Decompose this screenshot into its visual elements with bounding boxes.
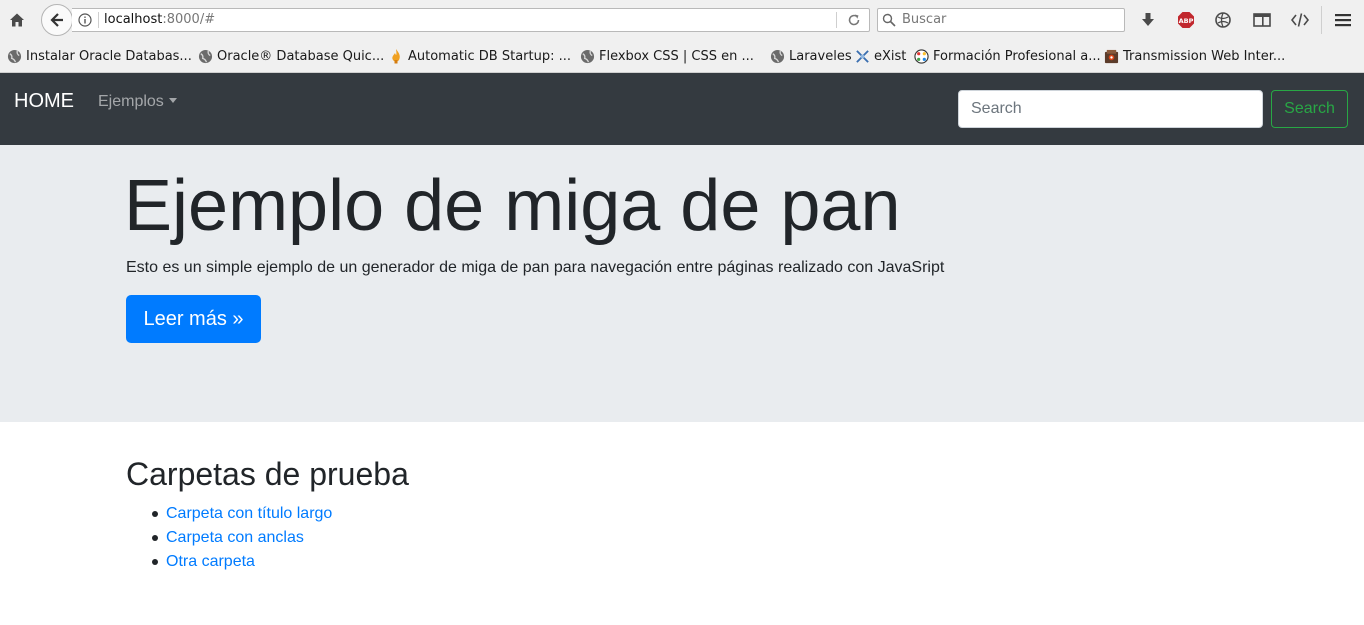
lead-text: Esto es un simple ejemplo de un generado… <box>126 259 945 276</box>
browser-search-placeholder: Buscar <box>902 12 947 27</box>
bookmark-item[interactable]: Laraveles <box>769 47 852 65</box>
adblock-label: ABP <box>1179 17 1194 25</box>
sidebar-icon[interactable] <box>1250 8 1274 32</box>
url-text[interactable]: localhost:8000/# <box>104 12 215 27</box>
download-icon[interactable] <box>1136 8 1160 32</box>
bookmark-item[interactable]: Transmission Web Inter... <box>1103 47 1285 65</box>
address-bar[interactable]: localhost:8000/# <box>72 8 870 32</box>
developer-icon[interactable] <box>1288 8 1312 32</box>
search-icon <box>882 13 896 27</box>
bookmark-label: Flexbox CSS | CSS en ... <box>599 48 754 64</box>
folder-link[interactable]: Carpeta con anclas <box>166 529 304 546</box>
folder-list: Carpeta con título largo Carpeta con anc… <box>126 502 332 574</box>
list-item: Otra carpeta <box>126 550 332 574</box>
bookmark-item[interactable]: Formación Profesional a... <box>913 47 1101 65</box>
sync-globe-icon[interactable] <box>1211 8 1235 32</box>
exist-icon <box>854 48 870 64</box>
bookmark-label: Transmission Web Inter... <box>1123 48 1286 64</box>
bookmark-label: Automatic DB Startup: ... <box>408 48 572 64</box>
bookmark-label: Laraveles <box>789 48 852 64</box>
page-title: Ejemplo de miga de pan <box>124 166 901 246</box>
bookmark-item[interactable]: eXist <box>854 47 906 65</box>
folders-heading: Carpetas de prueba <box>126 456 409 492</box>
arrow-left-icon <box>50 13 63 27</box>
folder-link[interactable]: Carpeta con título largo <box>166 505 332 522</box>
bookmark-label: Instalar Oracle Databas... <box>26 48 192 64</box>
search-button[interactable]: Search <box>1271 90 1348 128</box>
ejemplos-dropdown[interactable]: Ejemplos <box>98 93 177 111</box>
list-item: Carpeta con título largo <box>126 502 332 526</box>
toolbar-divider <box>1321 6 1322 34</box>
bookmark-item[interactable]: Flexbox CSS | CSS en ... <box>579 47 754 65</box>
home-link[interactable]: HOME <box>14 90 74 113</box>
caret-down-icon <box>168 98 177 103</box>
ejemplos-dropdown-label: Ejemplos <box>98 93 164 110</box>
home-icon[interactable] <box>5 8 29 32</box>
info-icon[interactable] <box>78 13 92 27</box>
folder-link[interactable]: Otra carpeta <box>166 553 255 570</box>
globe-icon <box>579 48 595 64</box>
menu-icon[interactable] <box>1331 8 1355 32</box>
jumbotron: Ejemplo de miga de pan Esto es un simple… <box>0 145 1364 422</box>
bookmark-item[interactable]: Automatic DB Startup: ... <box>388 47 571 65</box>
browser-toolbar: localhost:8000/# Buscar ABP <box>0 0 1364 40</box>
reload-icon[interactable] <box>847 13 861 27</box>
url-path: :8000/# <box>162 12 216 27</box>
flame-icon <box>388 48 404 64</box>
bookmark-label: Formación Profesional a... <box>933 48 1101 64</box>
globe-icon <box>197 48 213 64</box>
globe-icon <box>6 48 22 64</box>
adblock-icon[interactable]: ABP <box>1174 8 1198 32</box>
browser-search-bar[interactable]: Buscar <box>877 8 1125 32</box>
navbar: HOME Ejemplos Search <box>0 73 1364 145</box>
bookmark-item[interactable]: Oracle® Database Quic... <box>197 47 384 65</box>
bookmark-item[interactable]: Instalar Oracle Databas... <box>6 47 192 65</box>
url-separator <box>836 12 837 28</box>
url-host: localhost <box>104 12 163 27</box>
globe-icon <box>769 48 785 64</box>
list-item: Carpeta con anclas <box>126 526 332 550</box>
transmission-icon <box>1103 48 1119 64</box>
search-input[interactable] <box>958 90 1263 128</box>
read-more-button[interactable]: Leer más » <box>126 295 261 343</box>
url-separator <box>98 12 99 28</box>
back-button[interactable] <box>41 4 73 36</box>
bookmark-label: eXist <box>874 48 907 64</box>
bookmark-label: Oracle® Database Quic... <box>217 48 385 64</box>
dots-icon <box>913 48 929 64</box>
